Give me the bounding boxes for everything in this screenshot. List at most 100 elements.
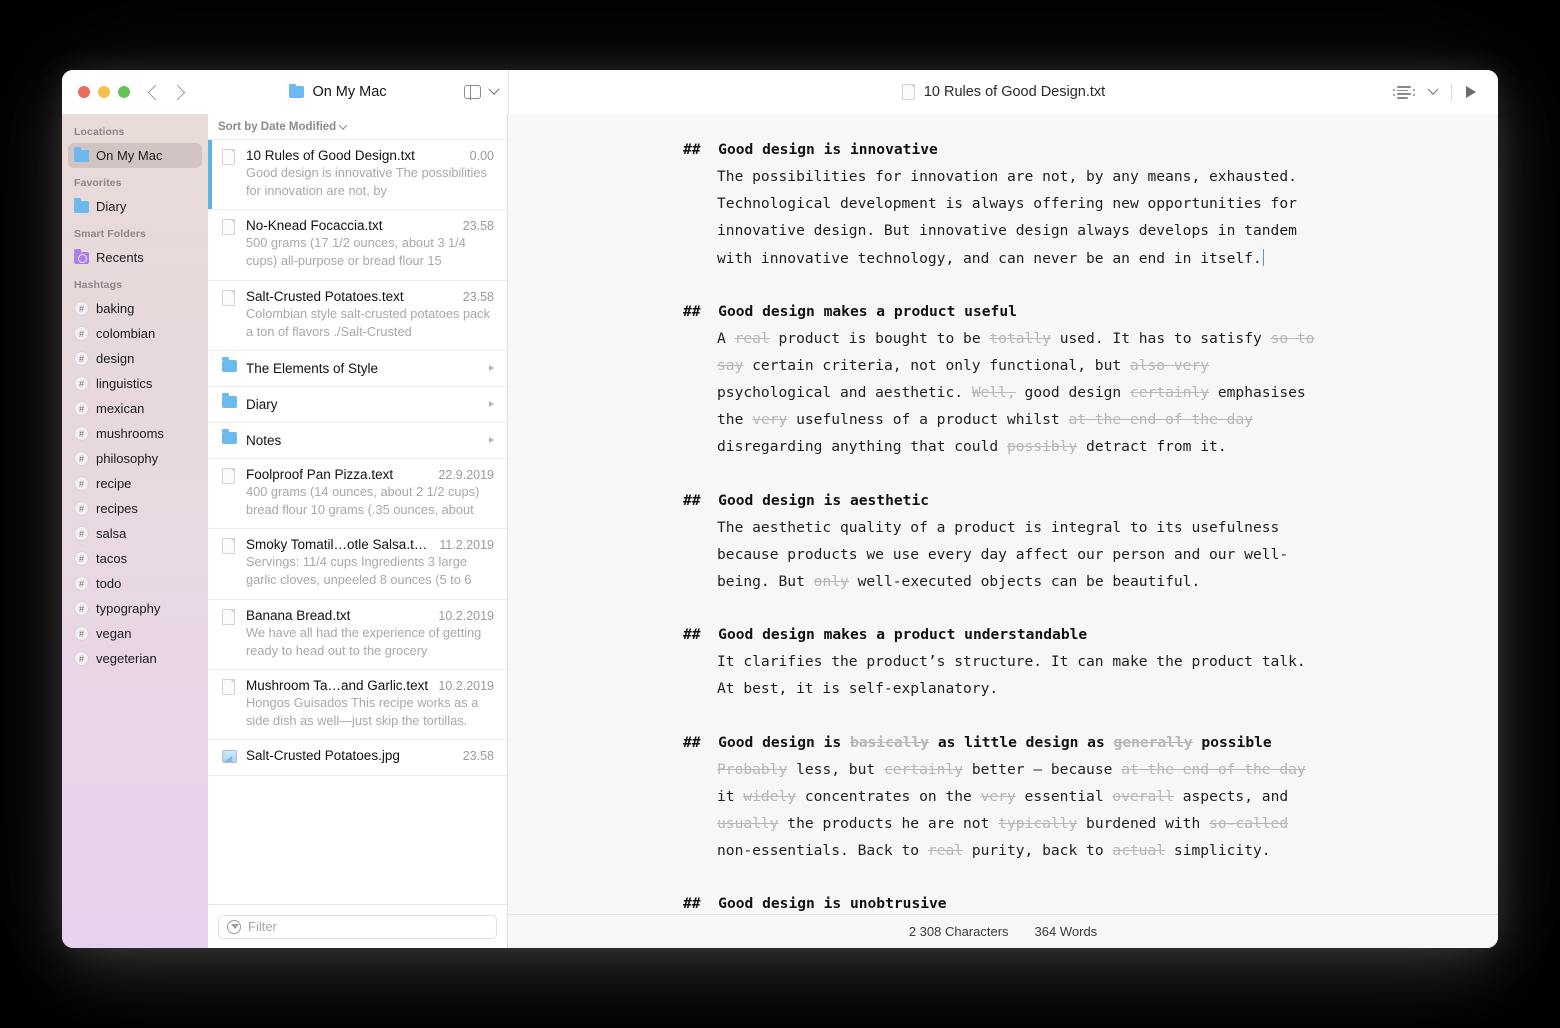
sidebar-toggle-icon[interactable] (464, 84, 481, 100)
markdown-heading: ## Good design is basically as little de… (683, 729, 1323, 756)
text-run: better – because (963, 760, 1122, 778)
text-format-icon[interactable] (1393, 85, 1415, 99)
disclosure-arrow-icon[interactable] (489, 365, 494, 372)
struck-text: generally (1113, 733, 1193, 751)
preview-play-icon[interactable] (1466, 86, 1476, 98)
markdown-heading: ## Good design is innovative (683, 136, 1323, 163)
struck-text: at the end of the day (1121, 760, 1306, 778)
text-run: essential (1015, 787, 1113, 805)
document-file-icon (222, 678, 235, 695)
text-run: the products he are not (778, 814, 999, 832)
file-date: 0.00 (469, 149, 494, 163)
text-run: It clarifies the product’s structure. It… (717, 653, 1306, 698)
folder-icon (74, 198, 89, 213)
file-list-item[interactable]: Salt-Crusted Potatoes.text 23.58 Colombian… (208, 281, 507, 351)
sidebar-item-recipes[interactable]: # recipes (68, 496, 202, 521)
heading-hash-marks: ## (683, 141, 701, 158)
file-row-header: Mushroom Ta…and Garlic.text 10.2.2019 (246, 678, 494, 693)
file-list-item[interactable]: Salt-Crusted Potatoes.jpg 23.58 (208, 740, 507, 777)
text-run: it (717, 787, 744, 805)
hashtag-icon: # (74, 376, 89, 391)
heading-hash-marks: ## (683, 733, 701, 751)
text-run: Good design makes a product useful (718, 302, 1017, 320)
file-row-header: Salt-Crusted Potatoes.text 23.58 (246, 289, 494, 304)
sort-chevron-down-icon[interactable] (338, 120, 348, 130)
text-run: simplicity. (1165, 842, 1271, 860)
struck-text: totally (989, 329, 1051, 347)
file-preview-text: 500 grams (17 1/2 ounces, about 3 1/4 cu… (246, 235, 466, 269)
sidebar-item-mexican[interactable]: # mexican (68, 396, 202, 421)
sidebar-item-recipe[interactable]: # recipe (68, 471, 202, 496)
document-title-label: 10 Rules of Good Design.txt (923, 84, 1106, 100)
document-icon (901, 84, 915, 100)
text-run: Good design is innovative (718, 141, 938, 158)
minimize-window-button[interactable] (98, 86, 110, 98)
close-window-button[interactable] (78, 86, 90, 98)
window-body: Locations On My Mac Favorites Diary Smart Fo… (62, 114, 1498, 948)
file-list-item[interactable]: 10 Rules of Good Design.txt 0.00 Good desi… (208, 140, 507, 211)
sidebar-item-linguistics[interactable]: # linguistics (68, 371, 202, 396)
hashtag-icon: # (74, 301, 89, 316)
zoom-window-button[interactable] (118, 86, 130, 98)
file-row-header: Salt-Crusted Potatoes.jpg 23.58 (246, 748, 494, 763)
file-list-item[interactable]: The Elements of Style (208, 351, 507, 387)
file-list-item[interactable]: Banana Bread.txt 10.2.2019 We have all had… (208, 600, 507, 670)
sidebar-item-philosophy[interactable]: # philosophy (68, 446, 202, 471)
sidebar-item-recents[interactable]: Recents (68, 245, 202, 270)
file-preview-text: 400 grams (14 ounces, about 2 1/2 cups) … (246, 483, 480, 518)
text-run: non-essentials. Back to (717, 842, 928, 860)
disclosure-arrow-icon[interactable] (489, 401, 494, 408)
file-list-item[interactable]: Smoky Tomatil…otle Salsa.text 11.2.2019 Se… (208, 529, 507, 600)
file-list-item[interactable]: Notes (208, 423, 507, 459)
back-chevron-icon[interactable] (147, 84, 164, 100)
struck-text: very (980, 787, 1016, 805)
sidebar-item-todo[interactable]: # todo (68, 571, 202, 596)
text-run: Good design is aesthetic (718, 491, 930, 509)
sidebar-item-mushrooms[interactable]: # mushrooms (68, 421, 202, 446)
heading-hash-marks: ## (683, 895, 701, 913)
sidebar-item-salsa[interactable]: # salsa (68, 521, 202, 546)
sidebar-item-tacos[interactable]: # tacos (68, 546, 202, 571)
sidebar-item-on-my-mac[interactable]: On My Mac (68, 143, 202, 168)
sidebar-item-vegan[interactable]: # vegan (68, 621, 202, 646)
sidebar-section-title: Hashtags (74, 279, 123, 291)
struck-text: actual (1112, 842, 1166, 860)
file-list-item[interactable]: Diary (208, 387, 507, 423)
document-file-icon (222, 219, 235, 236)
disclosure-arrow-icon[interactable] (489, 437, 494, 444)
file-row-header: Banana Bread.txt 10.2.2019 (246, 608, 494, 623)
sidebar-section-title: Favorites (74, 177, 122, 189)
text-editor[interactable]: ## Good design is innovative The possibil… (508, 114, 1498, 914)
file-list-item[interactable]: Mushroom Ta…and Garlic.text 10.2.2019 Hong… (208, 670, 507, 741)
chevron-down-icon[interactable] (488, 83, 500, 95)
file-name: Notes (246, 432, 282, 448)
traffic-lights (78, 86, 130, 98)
sidebar-item-label: design (96, 351, 135, 366)
sidebar-item-baking[interactable]: # baking (68, 296, 202, 321)
sort-bar[interactable]: Sort by Date Modified (208, 114, 507, 140)
sidebar-item-diary[interactable]: Diary (68, 194, 202, 219)
sidebar-item-colombian[interactable]: # colombian (68, 321, 202, 346)
forward-chevron-icon[interactable] (169, 84, 186, 100)
markdown-heading: ## Good design is unobtrusive (683, 890, 1323, 914)
filter-bar: Filter (208, 904, 507, 948)
document-content[interactable]: ## Good design is innovative The possibil… (683, 136, 1323, 914)
sidebar-item-label: mushrooms (96, 426, 164, 441)
hashtag-icon: # (74, 626, 89, 641)
sidebar-item-design[interactable]: # design (68, 346, 202, 371)
status-bar: 2 308 Characters 364 Words (508, 914, 1498, 948)
sidebar-item-label: vegeterian (96, 651, 157, 666)
struck-text: widely (743, 787, 797, 805)
file-name: No-Knead Focaccia.txt (246, 218, 383, 234)
file-list-item[interactable]: No-Knead Focaccia.txt 23.58 500 grams (17 … (208, 210, 507, 281)
filter-input[interactable]: Filter (218, 914, 497, 939)
sidebar-item-typography[interactable]: # typography (68, 596, 202, 621)
file-list-item[interactable]: Foolproof Pan Pizza.text 22.9.2019 400 gra… (208, 459, 507, 530)
sidebar-item-vegeterian[interactable]: # vegeterian (68, 646, 202, 671)
sidebar-item-label: typography (96, 601, 161, 616)
struck-text: possibly (1006, 438, 1078, 456)
titlebar-folder-section: On My Mac (208, 70, 508, 114)
markdown-heading: ## Good design makes a product useful (683, 298, 1323, 325)
format-chevron-down-icon[interactable] (1427, 83, 1439, 95)
folder-icon (222, 429, 237, 444)
